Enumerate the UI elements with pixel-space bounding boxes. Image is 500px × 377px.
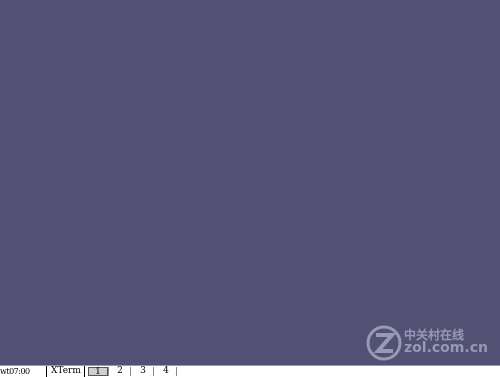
desktop-switch-4[interactable]: 4: [156, 367, 176, 376]
pager-divider: [176, 367, 177, 376]
taskbar-divider: [84, 366, 85, 377]
taskbar-clock[interactable]: wt07:00: [0, 366, 36, 377]
watermark-url-text: zol.com.cn: [404, 340, 488, 356]
zol-watermark: 中关村在线 zol.com.cn: [366, 325, 494, 361]
taskbar-divider: [46, 366, 47, 377]
pager-divider: [153, 367, 154, 376]
desktop-switch-3[interactable]: 3: [133, 367, 153, 376]
desktop-background[interactable]: [0, 0, 500, 365]
zol-logo-icon: [366, 325, 402, 361]
pager-divider: [108, 367, 109, 376]
taskbar-window-xterm[interactable]: XTerm: [51, 366, 83, 377]
pager-divider: [130, 367, 131, 376]
desktop-switch-1[interactable]: 1: [88, 367, 108, 377]
desktop-switch-2[interactable]: 2: [110, 367, 130, 376]
taskbar: wt07:00 XTerm 1 2 3 4: [0, 365, 500, 377]
